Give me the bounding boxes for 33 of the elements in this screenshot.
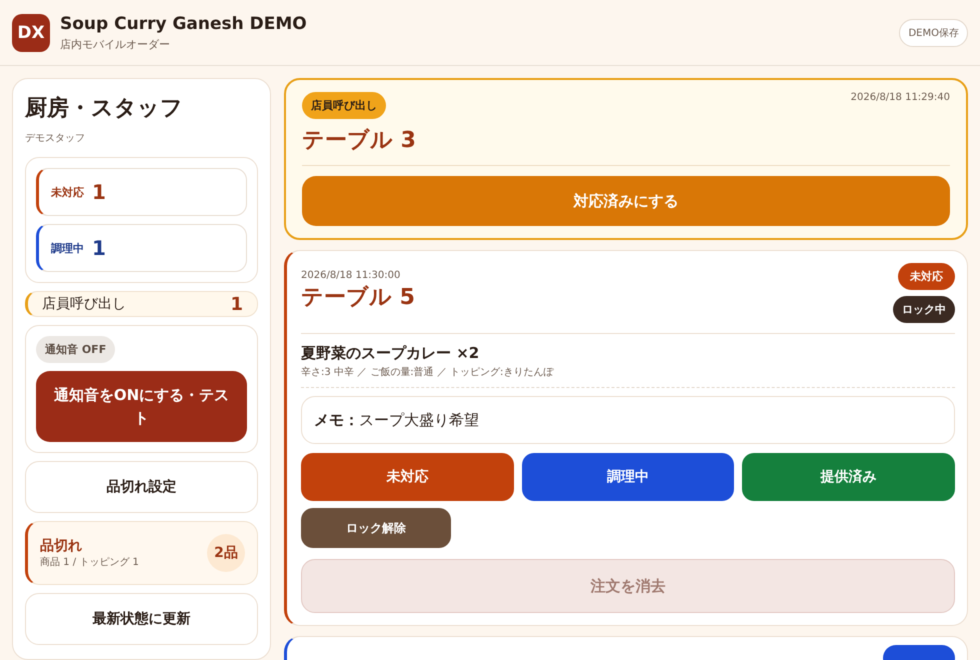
lock-badge: ロック中 <box>893 296 955 323</box>
sold-out-title: 品切れ <box>40 537 83 555</box>
sold-out-count: 2品 <box>207 534 245 572</box>
order-time: 2026/8/18 11:30:00 <box>301 270 400 281</box>
staff-name: デモスタッフ <box>25 132 86 145</box>
memo-text: メモ：スープ大盛り希望 <box>314 410 479 430</box>
demo-save-button[interactable]: DEMO保存 <box>899 18 968 46</box>
app-subtitle: 店内モバイルオーダー <box>60 36 171 52</box>
sidebar-title: 厨房・スタッフ <box>25 94 184 123</box>
count-value: 1 <box>92 236 106 260</box>
count-label: 未対応 <box>51 184 84 200</box>
count-value: 1 <box>92 180 106 204</box>
count-label: 調理中 <box>51 240 84 256</box>
logo: DX <box>12 14 50 52</box>
count-value: 1 <box>230 294 243 314</box>
status-button[interactable]: 提供済み <box>742 453 955 501</box>
sound-toggle-button[interactable]: 通知音をONにする・テスト <box>36 371 247 442</box>
table-name: テーブル 3 <box>302 127 417 155</box>
count-label: 店員呼び出し <box>42 295 126 313</box>
status-button[interactable]: 未対応 <box>301 453 514 501</box>
status-button[interactable]: 調理中 <box>522 453 734 501</box>
item-options: 辛さ:3 中辛 ／ ご飯の量:普通 ／ トッピング:きりたんぽ <box>301 365 955 379</box>
sound-status-badge: 通知音 OFF <box>36 336 116 363</box>
item-name: 夏野菜のスープカレー ×2 <box>301 344 480 363</box>
status-badge: 未対応 <box>898 263 955 290</box>
unlock-button[interactable]: ロック解除 <box>301 508 451 548</box>
call-badge: 店員呼び出し <box>302 92 386 119</box>
order-time: 2026/8/18 11:29:40 <box>850 92 950 103</box>
refresh-button[interactable]: 最新状態に更新 <box>25 593 258 645</box>
app-title: Soup Curry Ganesh DEMO <box>60 14 308 34</box>
table-name: テーブル 5 <box>301 284 415 312</box>
sold-out-settings-button[interactable]: 品切れ設定 <box>25 461 258 513</box>
sold-out-detail: 商品 1 / トッピング 1 <box>40 556 139 569</box>
